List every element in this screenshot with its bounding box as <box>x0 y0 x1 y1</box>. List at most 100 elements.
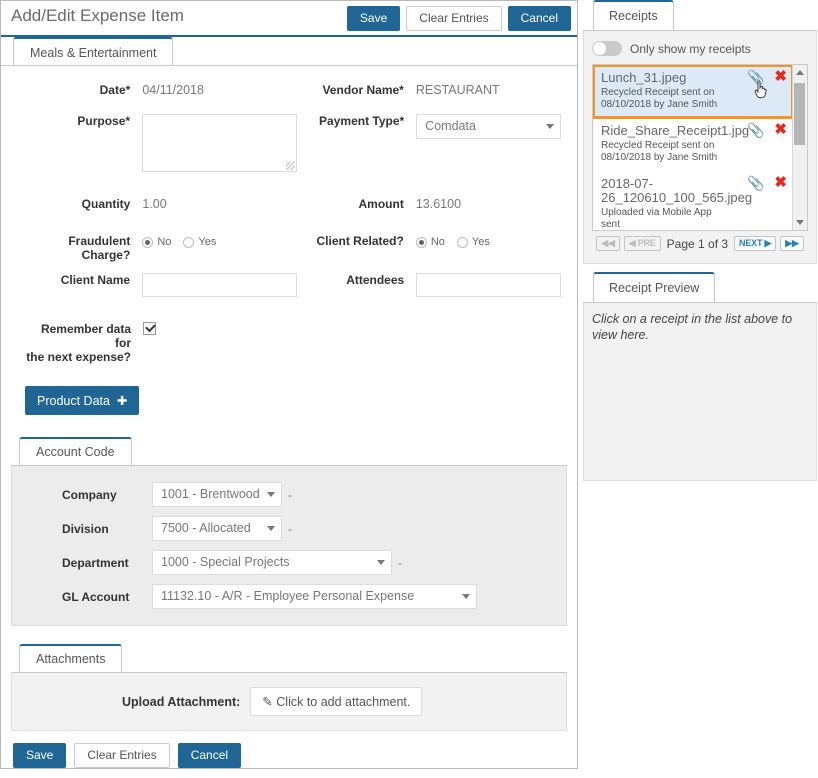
gl-account-select[interactable]: 11132.10 - A/R - Employee Personal Expen… <box>152 584 477 609</box>
tab-receipt-preview[interactable]: Receipt Preview <box>593 272 715 302</box>
chevron-down-icon <box>462 594 470 599</box>
account-row-department: Department 1000 - Special Projects - <box>22 550 556 575</box>
receipt-actions: 📎 ✖ <box>747 176 787 190</box>
purpose-label: Purpose* <box>13 111 142 128</box>
tab-attachments[interactable]: Attachments <box>19 644 122 672</box>
date-value: 04/11/2018 <box>142 80 296 97</box>
tab-receipts[interactable]: Receipts <box>593 0 674 30</box>
payment-type-label: Payment Type* <box>297 111 416 128</box>
chevron-down-icon <box>546 124 554 129</box>
paperclip-icon[interactable]: 📎 <box>747 123 764 137</box>
account-row-company: Company 1001 - Brentwood - <box>22 482 556 507</box>
company-suffix: - <box>288 488 292 502</box>
scrollbar-thumb[interactable] <box>794 83 805 145</box>
client-related-radio-yes[interactable]: Yes <box>457 236 490 248</box>
plus-icon: ✚ <box>113 394 127 408</box>
upload-attachment-label: Upload Attachment: <box>122 695 240 709</box>
cancel-button-bottom[interactable]: Cancel <box>178 743 241 768</box>
save-button-top[interactable]: Save <box>347 6 400 31</box>
receipt-meta-line1: Recycled Receipt sent on <box>601 87 785 99</box>
vendor-value: RESTAURANT <box>416 80 565 97</box>
date-label: Date* <box>13 80 142 97</box>
fraudulent-radio-yes[interactable]: Yes <box>183 236 216 248</box>
remember-data-checkbox[interactable] <box>143 322 156 335</box>
remember-data-label: Remember data for the next expense? <box>13 319 143 364</box>
attendees-label: Attendees <box>297 270 416 287</box>
expense-form-panel: Add/Edit Expense Item Save Clear Entries… <box>0 0 578 769</box>
fraudulent-charge-label: Fraudulent Charge? <box>13 231 142 262</box>
purpose-textarea[interactable] <box>142 114 297 172</box>
expense-item-screen: Add/Edit Expense Item Save Clear Entries… <box>0 0 818 771</box>
company-label: Company <box>22 488 152 502</box>
tab-meals-entertainment[interactable]: Meals & Entertainment <box>13 37 173 65</box>
upload-attachment-row: Upload Attachment: ✎ Click to add attach… <box>22 687 556 716</box>
receipts-body: Only show my receipts Lunch_31.jpeg Recy… <box>583 31 817 264</box>
amount-value: 13.6100 <box>416 194 565 211</box>
receipt-meta-line2: 08/10/2018 by Jane Smith <box>601 152 785 164</box>
account-code-section: Account Code Company 1001 - Brentwood - … <box>11 437 567 626</box>
attachments-section: Attachments Upload Attachment: ✎ Click t… <box>11 644 567 731</box>
receipt-list-item[interactable]: Ride_Share_Receipt1.jpg Recycled Receipt… <box>593 118 793 171</box>
department-select[interactable]: 1000 - Special Projects <box>152 550 392 575</box>
chevron-down-icon <box>377 560 385 565</box>
amount-label: Amount <box>296 194 415 211</box>
add-attachment-button[interactable]: ✎ Click to add attachment. <box>250 687 422 716</box>
clear-entries-button-bottom[interactable]: Clear Entries <box>74 743 169 768</box>
radio-empty-icon <box>183 237 194 248</box>
delete-receipt-icon[interactable]: ✖ <box>774 123 787 137</box>
main-tabs: Meals & Entertainment <box>1 37 577 66</box>
receipt-preview-body: Click on a receipt in the list above to … <box>583 303 817 481</box>
paperclip-icon[interactable]: 📎 <box>747 176 764 190</box>
resize-grip-icon[interactable] <box>286 161 295 170</box>
cancel-button-top[interactable]: Cancel <box>508 6 571 31</box>
tab-account-code[interactable]: Account Code <box>19 437 132 465</box>
next-page-button[interactable]: NEXT ▶ <box>734 236 776 251</box>
quantity-value: 1.00 <box>142 194 296 211</box>
row-date-vendor: Date* 04/11/2018 Vendor Name* RESTAURANT <box>13 80 565 97</box>
division-suffix: - <box>288 522 292 536</box>
receipt-list-item-selected[interactable]: Lunch_31.jpeg Recycled Receipt sent on 0… <box>593 65 793 118</box>
receipts-panel: Receipts Only show my receipts Lunch_31.… <box>583 0 817 481</box>
chevron-down-icon <box>267 526 275 531</box>
attendees-wrap <box>416 270 565 297</box>
first-page-button[interactable]: ◀◀ <box>596 236 619 251</box>
attendees-input[interactable] <box>416 273 561 297</box>
receipts-tabs: Receipts <box>583 0 817 31</box>
scroll-up-icon[interactable] <box>796 70 804 75</box>
paperclip-icon[interactable]: 📎 <box>747 70 764 84</box>
receipt-meta-line2: 08/10/2018 by Jane Smith <box>601 99 785 111</box>
chevron-down-icon <box>267 492 275 497</box>
gl-account-value: 11132.10 - A/R - Employee Personal Expen… <box>161 589 414 603</box>
only-my-receipts-toggle[interactable] <box>592 41 622 56</box>
receipt-list-item[interactable]: 2018-07-26_120610_100_565.jpeg Uploaded … <box>593 171 793 231</box>
save-button-bottom[interactable]: Save <box>13 743 66 768</box>
row-client-attendees: Client Name Attendees <box>13 270 565 297</box>
page-indicator: Page 1 of 3 <box>665 237 730 251</box>
quantity-label: Quantity <box>13 194 142 211</box>
prev-page-button[interactable]: ◀ PRE <box>624 236 661 251</box>
receipts-scrollbar[interactable] <box>792 65 807 230</box>
division-select[interactable]: 7500 - Allocated <box>152 516 282 541</box>
product-data-button[interactable]: Product Data ✚ <box>25 386 139 415</box>
purpose-field-wrap <box>142 111 297 172</box>
fraudulent-radio-no[interactable]: No <box>142 236 171 248</box>
client-related-radio-no[interactable]: No <box>416 236 445 248</box>
receipt-meta-line1: Uploaded via Mobile App sent <box>601 207 785 231</box>
account-code-body: Company 1001 - Brentwood - Division 7500… <box>11 466 567 626</box>
paperclip-icon: ✎ <box>262 695 272 709</box>
delete-receipt-icon[interactable]: ✖ <box>774 70 787 84</box>
company-select[interactable]: 1001 - Brentwood <box>152 482 282 507</box>
division-value: 7500 - Allocated <box>161 521 251 535</box>
expense-fields: Date* 04/11/2018 Vendor Name* RESTAURANT… <box>1 66 577 421</box>
delete-receipt-icon[interactable]: ✖ <box>774 176 787 190</box>
payment-type-select[interactable]: Comdata <box>416 114 561 139</box>
clear-entries-button-top[interactable]: Clear Entries <box>406 6 501 31</box>
client-name-input[interactable] <box>142 273 297 297</box>
scroll-down-icon[interactable] <box>796 220 804 225</box>
only-my-receipts-label: Only show my receipts <box>630 42 751 56</box>
attachments-body: Upload Attachment: ✎ Click to add attach… <box>11 673 567 731</box>
last-page-button[interactable]: ▶▶ <box>780 236 803 251</box>
vendor-label: Vendor Name* <box>296 80 415 97</box>
department-label: Department <box>22 556 152 570</box>
radio-selected-icon <box>142 237 153 248</box>
